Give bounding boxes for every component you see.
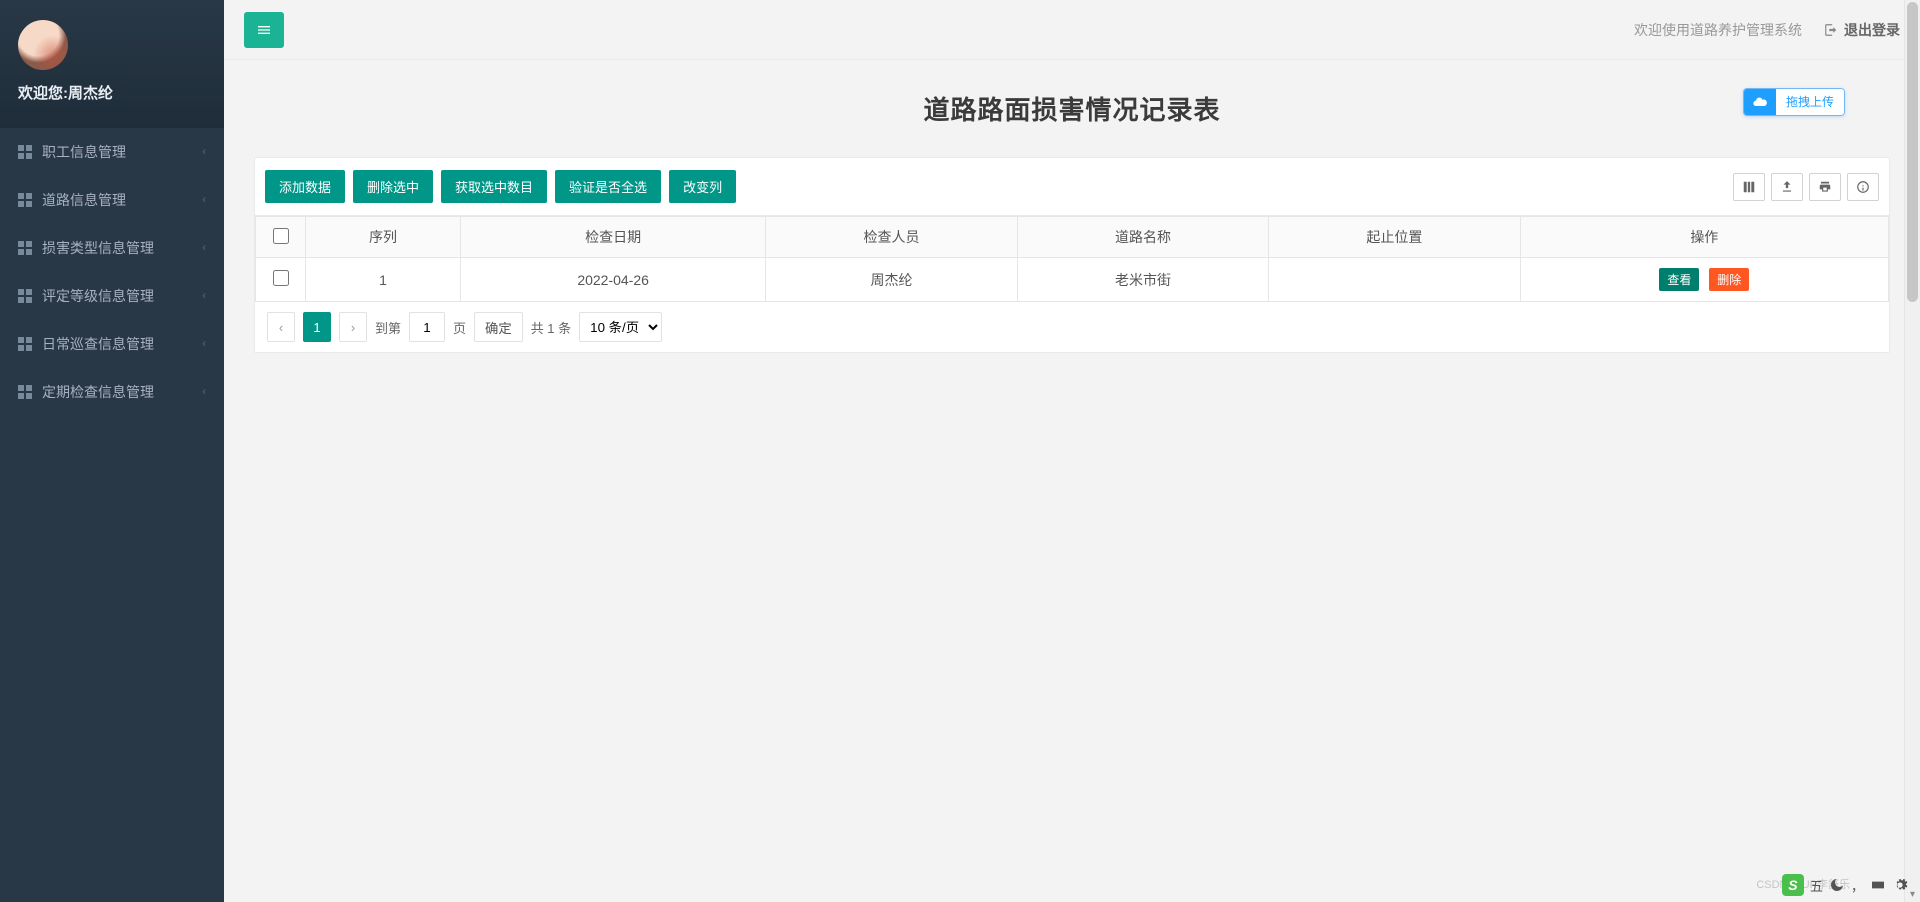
- grid-icon: [18, 145, 32, 159]
- header-seq: 序列: [306, 217, 461, 258]
- avatar: [18, 20, 68, 70]
- pager-page-unit: 页: [453, 318, 466, 337]
- select-all-checkbox[interactable]: [273, 228, 289, 244]
- welcome-prefix: 欢迎您:: [18, 85, 68, 102]
- pager-prev[interactable]: ‹: [267, 312, 295, 342]
- row-checkbox[interactable]: [273, 270, 289, 286]
- nav-label: 损害类型信息管理: [42, 238, 154, 258]
- nav-item-road[interactable]: 道路信息管理 ‹: [0, 176, 224, 224]
- cell-range: [1269, 258, 1520, 302]
- delete-button[interactable]: 删除: [1709, 268, 1749, 291]
- content: 道路路面损害情况记录表 拖拽上传 添加数据 删除选中 获取选中数目 验证是否全选…: [224, 60, 1920, 373]
- get-selected-count-button[interactable]: 获取选中数目: [441, 170, 547, 203]
- nav-item-damage-type[interactable]: 损害类型信息管理 ‹: [0, 224, 224, 272]
- nav-label: 道路信息管理: [42, 190, 126, 210]
- table-toolbar: 添加数据 删除选中 获取选中数目 验证是否全选 改变列: [255, 158, 1889, 216]
- chevron-left-icon: ‹: [202, 290, 206, 302]
- nav-label: 职工信息管理: [42, 142, 126, 162]
- upload-label: 拖拽上传: [1776, 88, 1844, 116]
- scrollbar-thumb[interactable]: [1907, 2, 1918, 302]
- export-icon[interactable]: [1771, 173, 1803, 201]
- keyboard-icon[interactable]: [1870, 877, 1886, 893]
- grid-icon: [18, 289, 32, 303]
- nav-item-grade[interactable]: 评定等级信息管理 ‹: [0, 272, 224, 320]
- pager-size-select[interactable]: 10 条/页: [579, 312, 662, 342]
- nav-label: 日常巡查信息管理: [42, 334, 154, 354]
- pager-goto-label: 到第: [375, 318, 401, 337]
- add-data-button[interactable]: 添加数据: [265, 170, 345, 203]
- chevron-left-icon: ‹: [202, 242, 206, 254]
- nav-menu: 职工信息管理 ‹ 道路信息管理 ‹ 损害类型信息管理 ‹ 评定等级信息管理 ‹ 日常巡查…: [0, 128, 224, 416]
- chevron-left-icon: ‹: [202, 338, 206, 350]
- grid-icon: [18, 337, 32, 351]
- hamburger-icon: [256, 22, 272, 38]
- tool-icons: [1733, 173, 1879, 201]
- data-table: 序列 检查日期 检查人员 道路名称 起止位置 操作 1 2022-04-26 周…: [255, 216, 1889, 302]
- ime-logo-icon[interactable]: S: [1782, 874, 1804, 896]
- pager-total: 共 1 条: [531, 318, 571, 337]
- view-button[interactable]: 查看: [1659, 268, 1699, 291]
- user-box: 欢迎您:周杰纶: [0, 0, 224, 128]
- grid-icon: [18, 193, 32, 207]
- ime-comma-icon: ，: [1851, 876, 1864, 895]
- change-columns-button[interactable]: 改变列: [669, 170, 736, 203]
- chevron-left-icon: ‹: [202, 386, 206, 398]
- logout-icon: [1824, 23, 1838, 37]
- info-icon[interactable]: [1847, 173, 1879, 201]
- header-date: 检查日期: [461, 217, 766, 258]
- pager-goto-input[interactable]: [409, 312, 445, 342]
- settings-icon[interactable]: [1892, 877, 1908, 893]
- logout-label: 退出登录: [1844, 20, 1900, 40]
- cloud-icon: [1744, 89, 1776, 115]
- page-title: 道路路面损害情况记录表: [923, 90, 1220, 127]
- header-road: 道路名称: [1017, 217, 1268, 258]
- verify-select-all-button[interactable]: 验证是否全选: [555, 170, 661, 203]
- grid-icon: [18, 241, 32, 255]
- title-row: 道路路面损害情况记录表 拖拽上传: [254, 90, 1890, 127]
- data-card: 添加数据 删除选中 获取选中数目 验证是否全选 改变列 序列 检查日: [254, 157, 1890, 353]
- menu-toggle-button[interactable]: [244, 12, 284, 48]
- nav-label: 评定等级信息管理: [42, 286, 154, 306]
- cell-seq: 1: [306, 258, 461, 302]
- chevron-left-icon: ‹: [202, 146, 206, 158]
- moon-icon[interactable]: [1829, 877, 1845, 893]
- nav-item-daily-patrol[interactable]: 日常巡查信息管理 ‹: [0, 320, 224, 368]
- columns-icon[interactable]: [1733, 173, 1765, 201]
- print-icon[interactable]: [1809, 173, 1841, 201]
- header-range: 起止位置: [1269, 217, 1520, 258]
- header-inspector: 检查人员: [766, 217, 1017, 258]
- user-name: 周杰纶: [68, 85, 113, 102]
- header-ops: 操作: [1520, 217, 1888, 258]
- nav-item-staff[interactable]: 职工信息管理 ‹: [0, 128, 224, 176]
- header-checkbox-cell: [256, 217, 306, 258]
- table-header-row: 序列 检查日期 检查人员 道路名称 起止位置 操作: [256, 217, 1889, 258]
- nav-item-periodic-check[interactable]: 定期检查信息管理 ‹: [0, 368, 224, 416]
- system-welcome: 欢迎使用道路养护管理系统: [1634, 20, 1802, 40]
- ime-label: 五: [1810, 876, 1823, 895]
- delete-selected-button[interactable]: 删除选中: [353, 170, 433, 203]
- grid-icon: [18, 385, 32, 399]
- cell-inspector: 周杰纶: [766, 258, 1017, 302]
- row-checkbox-cell: [256, 258, 306, 302]
- logout-button[interactable]: 退出登录: [1824, 20, 1900, 40]
- pagination: ‹ 1 › 到第 页 确定 共 1 条 10 条/页: [255, 302, 1889, 352]
- chevron-left-icon: ‹: [202, 194, 206, 206]
- pager-confirm-button[interactable]: 确定: [474, 312, 523, 342]
- ime-bar: S 五 ，: [1782, 874, 1908, 896]
- welcome-text: 欢迎您:周杰纶: [18, 82, 206, 103]
- cell-date: 2022-04-26: [461, 258, 766, 302]
- table-row: 1 2022-04-26 周杰纶 老米市街 查看 删除: [256, 258, 1889, 302]
- sidebar: 欢迎您:周杰纶 职工信息管理 ‹ 道路信息管理 ‹ 损害类型信息管理 ‹ 评定等级信息…: [0, 0, 224, 902]
- vertical-scrollbar[interactable]: ▾: [1904, 0, 1920, 902]
- cell-ops: 查看 删除: [1520, 258, 1888, 302]
- upload-widget[interactable]: 拖拽上传: [1743, 88, 1845, 116]
- pager-page-1[interactable]: 1: [303, 312, 331, 342]
- topbar-right: 欢迎使用道路养护管理系统 退出登录: [1634, 20, 1900, 40]
- nav-label: 定期检查信息管理: [42, 382, 154, 402]
- cell-road: 老米市街: [1017, 258, 1268, 302]
- main-area: 欢迎使用道路养护管理系统 退出登录 道路路面损害情况记录表 拖拽上传 添加数据 …: [224, 0, 1920, 902]
- topbar: 欢迎使用道路养护管理系统 退出登录: [224, 0, 1920, 60]
- pager-next[interactable]: ›: [339, 312, 367, 342]
